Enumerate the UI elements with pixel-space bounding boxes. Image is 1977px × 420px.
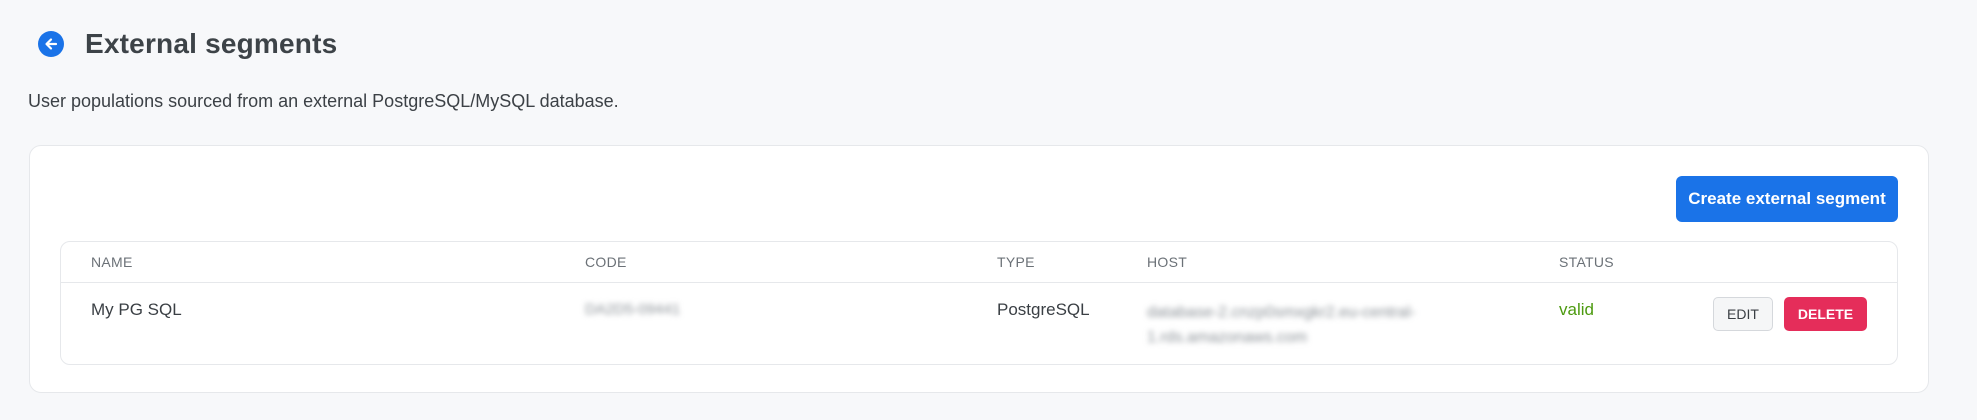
column-header-name: NAME <box>91 254 133 270</box>
table-header: NAME CODE TYPE HOST STATUS <box>61 242 1897 283</box>
segment-code: DA2D5-09441 <box>585 301 681 318</box>
segment-host-line2: 1.rds.amazonaws.com <box>1147 329 1308 346</box>
column-header-code: CODE <box>585 254 627 270</box>
create-external-segment-button[interactable]: Create external segment <box>1676 176 1898 222</box>
page-header: External segments <box>38 28 337 60</box>
delete-button[interactable]: DELETE <box>1784 297 1867 331</box>
status-badge: valid <box>1559 300 1594 319</box>
column-header-type: TYPE <box>997 254 1035 270</box>
segment-type: PostgreSQL <box>997 300 1090 319</box>
edit-button[interactable]: EDIT <box>1713 297 1773 331</box>
column-header-status: STATUS <box>1559 254 1614 270</box>
page-title: External segments <box>85 28 338 59</box>
column-header-host: HOST <box>1147 254 1188 270</box>
segment-name: My PG SQL <box>91 300 182 319</box>
segment-host-line1: database-2.cnzp0smxgkr2.eu-central- <box>1147 304 1416 321</box>
arrow-left-icon <box>45 38 58 50</box>
page-description: User populations sourced from an externa… <box>28 91 619 111</box>
back-button[interactable] <box>38 31 64 57</box>
segment-host: database-2.cnzp0smxgkr2.eu-central- 1.rd… <box>1147 300 1447 350</box>
segments-table: NAME CODE TYPE HOST STATUS My PG SQL DA2… <box>60 241 1898 365</box>
external-segments-page: External segments User populations sourc… <box>0 0 1977 420</box>
segments-card: Create external segment NAME CODE TYPE H… <box>29 145 1929 393</box>
